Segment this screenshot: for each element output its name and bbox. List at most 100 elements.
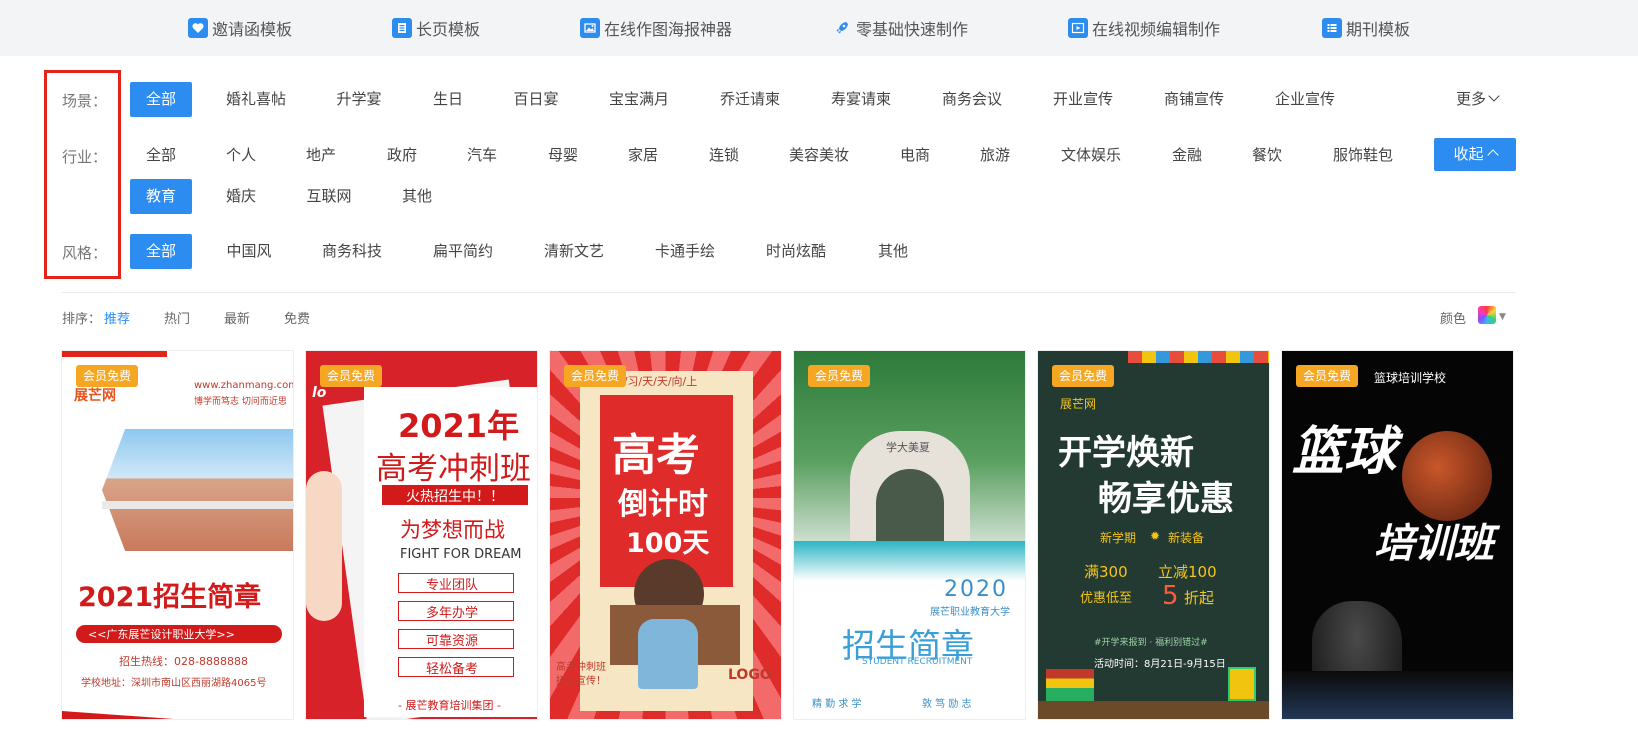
caret-down-icon[interactable]: ▼ — [1499, 312, 1506, 322]
industry-tag[interactable]: 婚庆 — [214, 179, 268, 214]
scene-tag[interactable]: 宝宝满月 — [598, 82, 680, 117]
nav-journal-template[interactable]: 期刊模板 — [1322, 14, 1410, 42]
industry-tag[interactable]: 餐饮 — [1240, 138, 1294, 173]
filter-divider — [62, 292, 1516, 293]
nav-invitation-template[interactable]: 邀请函模板 — [188, 14, 292, 42]
sort-recommended[interactable]: 推荐 — [104, 308, 130, 327]
scene-tag[interactable]: 企业宣传 — [1264, 82, 1346, 117]
industry-tag[interactable]: 家居 — [616, 138, 670, 173]
industry-tag[interactable]: 其他 — [390, 179, 444, 214]
card-bottom-stripe — [62, 711, 202, 719]
card-deal: 立减100 — [1158, 563, 1217, 581]
school-building-image — [102, 429, 293, 551]
industry-tag[interactable]: 电商 — [888, 138, 942, 173]
template-card[interactable]: 会员免费 篮球培训学校 篮球 培训班 — [1281, 350, 1514, 720]
scene-tag[interactable]: 升学宴 — [326, 82, 392, 117]
card-english: FIGHT FOR DREAM — [400, 547, 522, 562]
style-tag[interactable]: 清新文艺 — [533, 234, 615, 269]
card-logo: 展芒网 — [74, 388, 116, 404]
card-corner-logo: lo — [312, 385, 327, 401]
nav-quick-make[interactable]: 零基础快速制作 — [832, 14, 968, 42]
template-card[interactable]: 会员免费 学大美夏 2020 展芒职业教育大学 招生简章 STUDENT REC… — [793, 350, 1026, 720]
gate-opening — [876, 469, 944, 549]
industry-tag-education[interactable]: 教育 — [130, 179, 192, 214]
scene-tag[interactable]: 商务会议 — [931, 82, 1013, 117]
gift-box — [1228, 667, 1256, 701]
industry-tag[interactable]: 美容美妆 — [777, 138, 861, 173]
chevron-up-icon — [1486, 149, 1499, 161]
template-card[interactable]: 会员免费 展芒网 开学焕新 畅享优惠 新学期 ✹ 新装备 满300 立减100 … — [1037, 350, 1270, 720]
template-card[interactable]: 会员免费 展芒网 www.zhanmang.com 博学而笃志 切问而近思 20… — [61, 350, 294, 720]
industry-tag[interactable]: 母婴 — [536, 138, 590, 173]
style-tag-all[interactable]: 全部 — [130, 234, 192, 269]
card-dates: 活动时间：8月21日-9月15日 — [1094, 659, 1226, 670]
style-tag[interactable]: 卡通手绘 — [644, 234, 726, 269]
industry-tag[interactable]: 汽车 — [455, 138, 509, 173]
card-top-stripe — [62, 351, 293, 357]
member-free-badge: 会员免费 — [1052, 365, 1115, 387]
card-tagline: #开学来报到 · 福利别错过# — [1094, 638, 1208, 648]
card-side: 高考冲刺班 招生宣传！ — [556, 662, 606, 687]
color-picker[interactable] — [1478, 306, 1496, 324]
scene-tag[interactable]: 开业宣传 — [1042, 82, 1124, 117]
member-free-badge: 会员免费 — [320, 365, 383, 387]
card-feature: 轻松备考 — [426, 662, 479, 677]
scene-tag[interactable]: 寿宴请柬 — [820, 82, 902, 117]
building-stripe — [102, 501, 293, 509]
industry-tag[interactable]: 个人 — [214, 138, 268, 173]
student-body — [638, 619, 698, 689]
scene-more-button[interactable]: 更多 — [1446, 82, 1508, 117]
template-card[interactable]: 会员免费 好/学/习/天/天/向/上 高考 倒计时 100天 高考冲刺班 招生宣… — [549, 350, 782, 720]
card-school: 展芒职业教育大学 — [930, 607, 1010, 618]
scene-tag-all[interactable]: 全部 — [130, 82, 192, 117]
scene-tag[interactable]: 生日 — [422, 82, 474, 117]
sort-newest[interactable]: 最新 — [224, 308, 250, 327]
card-feature: 专业团队 — [426, 578, 479, 593]
industry-tag[interactable]: 连锁 — [697, 138, 751, 173]
card-url: www.zhanmang.com — [194, 380, 294, 391]
industry-label: 行业： — [62, 148, 108, 166]
style-tag[interactable]: 商务科技 — [311, 234, 393, 269]
style-tag[interactable]: 其他 — [866, 234, 920, 269]
industry-collapse-button[interactable]: 收起 — [1434, 138, 1516, 171]
scene-tag[interactable]: 百日宴 — [503, 82, 569, 117]
scene-tag[interactable]: 乔迁请柬 — [709, 82, 791, 117]
industry-tag[interactable]: 金融 — [1160, 138, 1214, 173]
industry-tag[interactable]: 互联网 — [294, 179, 364, 214]
card-header: 篮球培训学校 — [1374, 371, 1447, 385]
sort-free[interactable]: 免费 — [284, 308, 310, 327]
hands-image — [306, 471, 342, 621]
nav-poster-maker[interactable]: 在线作图海报神器 — [580, 14, 732, 42]
style-tag[interactable]: 中国风 — [214, 234, 284, 269]
industry-tag[interactable]: 旅游 — [968, 138, 1022, 173]
card-title1: 开学焕新 — [1058, 433, 1194, 473]
card-deal-number: 5 — [1162, 581, 1179, 611]
industry-tag[interactable]: 文体娱乐 — [1049, 138, 1133, 173]
industry-tag[interactable]: 服饰鞋包 — [1321, 138, 1405, 173]
nav-video-editor[interactable]: 在线视频编辑制作 — [1068, 14, 1220, 42]
industry-tag-all[interactable]: 全部 — [130, 138, 192, 173]
sort-hot[interactable]: 热门 — [164, 308, 190, 327]
court-floor — [1282, 671, 1513, 719]
scene-label: 场景： — [62, 92, 108, 110]
water-splash — [794, 541, 1025, 581]
card-hotline: 招生热线：028-8888888 — [119, 655, 248, 668]
template-card[interactable]: 会员免费 lo 2021年 高考冲刺班 火热招生中！！ 为梦想而战 FIGHT … — [305, 350, 538, 720]
card-title1: 篮球 — [1292, 422, 1397, 482]
scene-tag[interactable]: 商铺宣传 — [1153, 82, 1235, 117]
scene-tag[interactable]: 婚礼喜帖 — [214, 82, 298, 117]
card-line3: 100天 — [626, 528, 710, 559]
nav-long-page-template[interactable]: 长页模板 — [392, 14, 480, 42]
style-tag[interactable]: 时尚炫酷 — [755, 234, 837, 269]
card-motto: 精 勤 求 学 — [812, 699, 862, 710]
card-footer: - 展芒教育培训集团 - — [398, 699, 501, 712]
card-banner: 火热招生中！！ — [406, 489, 504, 505]
style-tag[interactable]: 扁平简约 — [422, 234, 504, 269]
card-year: 2021年 — [398, 407, 520, 445]
industry-tag[interactable]: 地产 — [294, 138, 348, 173]
card-deal: 折起 — [1184, 589, 1215, 607]
card-school: <<广东展芒设计职业大学>> — [88, 628, 235, 641]
card-sub: 新学期 — [1100, 531, 1137, 545]
card-motto: 为梦想而战 — [400, 518, 505, 542]
industry-tag[interactable]: 政府 — [375, 138, 429, 173]
